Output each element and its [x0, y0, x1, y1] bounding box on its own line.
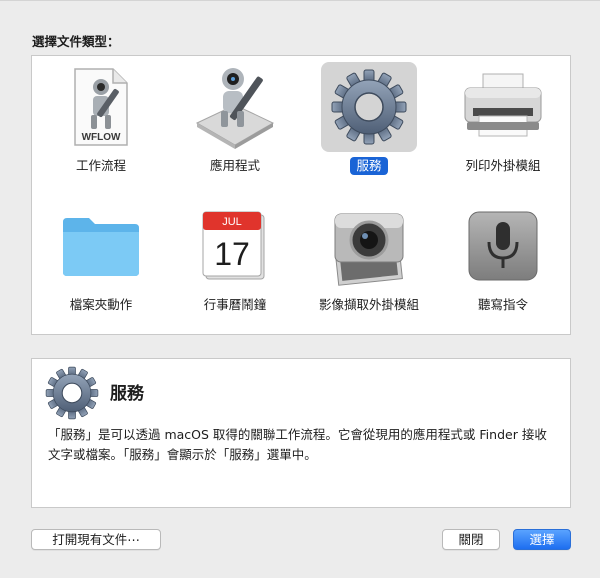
type-label-folder-action: 檔案夾動作 [69, 297, 133, 312]
workflow-file-icon: WFLOW [74, 68, 128, 146]
type-label-service: 服務 [350, 157, 388, 175]
document-type-grid: WFLOW 工作流程 應用程式 服務 列印外掛模組 檔案夾動作 JUL 17 行… [31, 55, 571, 335]
detail-title: 服務 [110, 384, 144, 404]
section-label: 選擇文件類型： [32, 34, 120, 49]
calendar-day-text: 17 [214, 236, 250, 272]
type-label-dictation-command: 聽寫指令 [477, 297, 528, 312]
choose-button[interactable]: 選擇 [513, 529, 571, 550]
type-label-image-capture-plugin: 影像擷取外掛模組 [318, 297, 419, 312]
printer-icon [464, 73, 542, 137]
type-tile-dictation-command[interactable]: 聽寫指令 [443, 197, 563, 317]
type-label-print-plugin: 列印外掛模組 [465, 158, 541, 173]
folder-icon [63, 218, 139, 276]
calendar-icon: JUL 17 [202, 211, 265, 280]
type-tile-calendar-alarm[interactable]: JUL 17 行事曆鬧鐘 [175, 197, 295, 317]
gear-icon [331, 69, 407, 145]
type-tile-folder-action[interactable]: 檔案夾動作 [41, 197, 161, 317]
gear-icon [45, 366, 99, 420]
description-panel: 服務 「服務」是可以透過 macOS 取得的關聯工作流程。它會從現用的應用程式或… [31, 358, 571, 508]
type-tile-workflow[interactable]: WFLOW 工作流程 [41, 58, 161, 178]
type-tile-image-capture-plugin[interactable]: 影像擷取外掛模組 [309, 197, 429, 317]
detail-description: 「服務」是可以透過 macOS 取得的關聯工作流程。它會從現用的應用程式或 Fi… [48, 427, 547, 462]
workflow-badge-text: WFLOW [82, 132, 121, 143]
type-tile-service[interactable]: 服務 [309, 58, 429, 178]
automator-robot-icon [195, 68, 275, 149]
type-tile-print-plugin[interactable]: 列印外掛模組 [443, 58, 563, 178]
open-existing-document-button[interactable]: 打開現有文件⋯ [31, 529, 161, 550]
close-button[interactable]: 關閉 [442, 529, 500, 550]
type-tile-application[interactable]: 應用程式 [175, 58, 295, 178]
window-top-border [0, 0, 600, 1]
type-label-application: 應用程式 [209, 158, 260, 173]
microphone-icon [468, 211, 538, 281]
calendar-month-text: JUL [222, 216, 242, 228]
camera-icon [334, 213, 404, 286]
type-label-calendar-alarm: 行事曆鬧鐘 [203, 297, 267, 312]
type-label-workflow: 工作流程 [75, 158, 126, 173]
